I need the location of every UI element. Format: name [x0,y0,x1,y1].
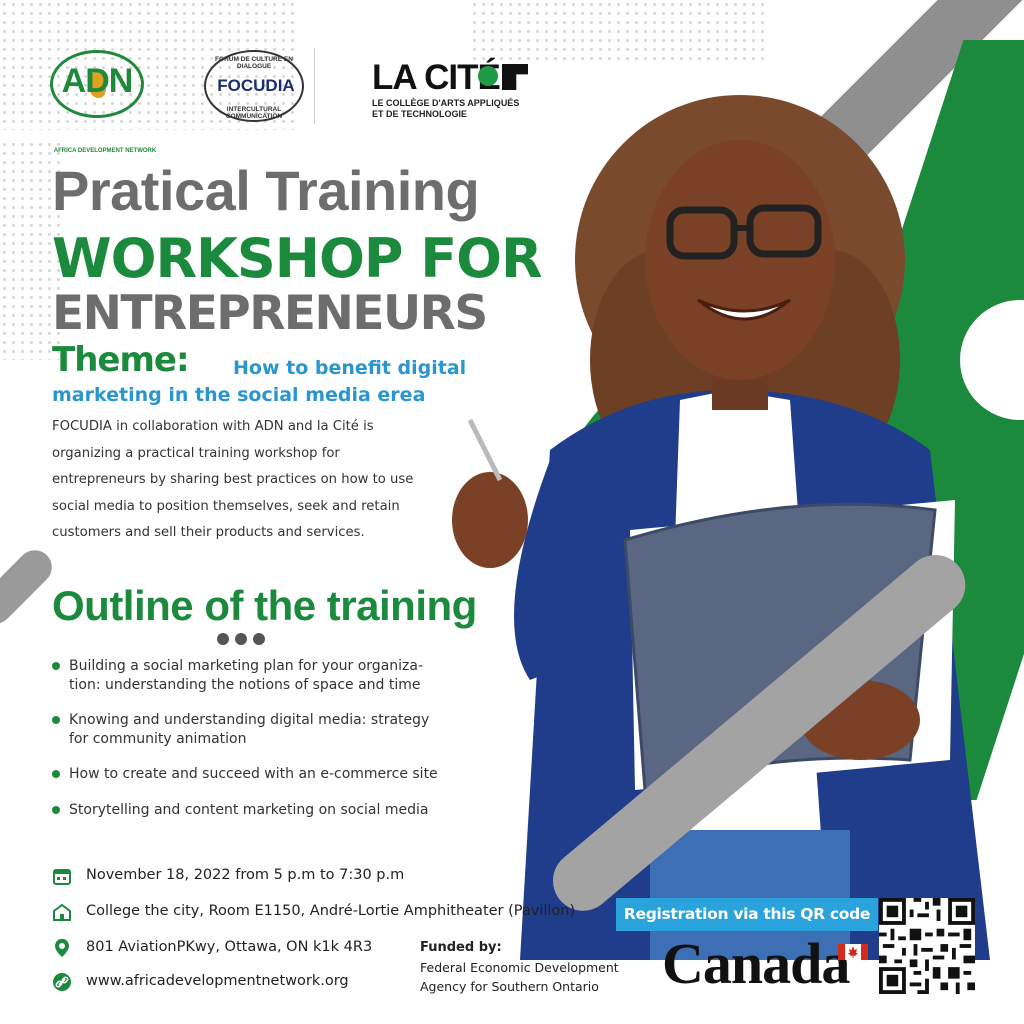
bullet-icon [52,806,60,814]
bullet-icon [52,716,60,724]
outline-item-line2: for community animation [69,731,247,747]
lacite-subtitle: LE COLLÈGE D'ARTS APPLIQUÉS ET DE TECHNO… [372,98,519,120]
focudia-logo: FORUM DE CULTURE EN DIALOGUE FOCUDIA INT… [198,48,310,124]
info-venue-text: College the city, Room E1150, André-Lort… [86,903,576,919]
adn-logo-caption: AFRICA DEVELOPMENT NETWORK [53,148,157,154]
location-pin-icon [55,939,69,957]
bullet-icon [52,770,60,778]
outline-item: How to create and succeed with an e-comm… [52,765,512,784]
bullet-icon [52,662,60,670]
theme-text-line1: How to benefit digital [233,357,467,379]
funder-name: Federal Economic Development Agency for … [420,958,660,996]
outline-item: Storytelling and content marketing on so… [52,801,512,820]
outline-item-line2: tion: understanding the notions of space… [69,677,421,693]
logo-divider [314,48,315,124]
intro-line: entrepreneurs by sharing best practices … [52,472,414,487]
lacite-subtitle-line2: ET DE TECHNOLOGIE [372,109,468,119]
calendar-icon [53,869,71,885]
gray-pill-decoration [0,543,59,631]
intro-paragraph: FOCUDIA in collaboration with ADN and la… [52,414,452,547]
building-icon [53,903,71,921]
canada-flag-icon [838,944,868,960]
outline-item: Knowing and understanding digital media:… [52,711,512,749]
dot-pattern-right [470,0,770,60]
headline-line2: WORKSHOP FOR [52,227,543,290]
funded-by-label: Funded by: [420,940,502,955]
info-address-text: 801 AviationPKwy, Ottawa, ON k1k 4R3 [86,939,373,955]
flyer: ADN AFRICA DEVELOPMENT NETWORK FORUM DE … [0,0,1024,1024]
adn-logo-letters: ADN [61,62,134,100]
outline-list: Building a social marketing plan for you… [52,657,512,820]
outline-item-line1: Building a social marketing plan for you… [69,658,424,674]
woman-holding-folder-illustration [452,95,990,960]
canada-wordmark: Canada [662,931,850,996]
funder-name-line2: Agency for Southern Ontario [420,979,599,994]
lacite-logo: LA CITÉ LE COLLÈGE D'ARTS APPLIQUÉS ET D… [372,58,542,124]
adn-logo: ADN AFRICA DEVELOPMENT NETWORK [50,50,156,154]
outline-item-line1: Storytelling and content marketing on so… [69,802,429,818]
headline-line1: Pratical Training [52,159,480,222]
qr-code-icon[interactable] [879,898,975,994]
outline-item-line1: Knowing and understanding digital media:… [69,712,430,728]
headline-line3: ENTREPRENEURS [52,286,488,341]
link-icon [53,973,71,991]
info-date-text: November 18, 2022 from 5 p.m to 7:30 p.m [86,867,405,883]
intro-line: organizing a practical training workshop… [52,445,340,461]
info-website-link[interactable]: www.africadevelopmentnetwork.org [86,973,349,989]
outline-item: Building a social marketing plan for you… [52,657,512,695]
focudia-top-text: FORUM DE CULTURE EN DIALOGUE [215,56,293,70]
lacite-subtitle-line1: LE COLLÈGE D'ARTS APPLIQUÉS [372,98,520,108]
focudia-bottom-text: INTERCULTURAL COMMUNICATION [225,106,283,120]
lacite-dot-icon [478,66,498,86]
lacite-mark-icon [502,64,528,90]
intro-line: social media to position themselves, see… [52,498,400,514]
outline-item-line1: How to create and succeed with an e-comm… [69,766,438,782]
three-dots-icon [217,630,277,645]
focudia-name: FOCUDIA [217,76,295,95]
theme-label: Theme: [52,340,190,380]
dot-pattern-left [0,140,60,360]
intro-line: FOCUDIA in collaboration with ADN and la… [52,419,374,434]
funder-name-line1: Federal Economic Development [420,960,619,975]
outline-title: Outline of the training [52,582,477,629]
registration-banner: Registration via this QR code [616,898,878,931]
intro-line: customers and sell their products and se… [52,525,365,540]
theme-text-line2: marketing in the social media erea [52,384,426,406]
